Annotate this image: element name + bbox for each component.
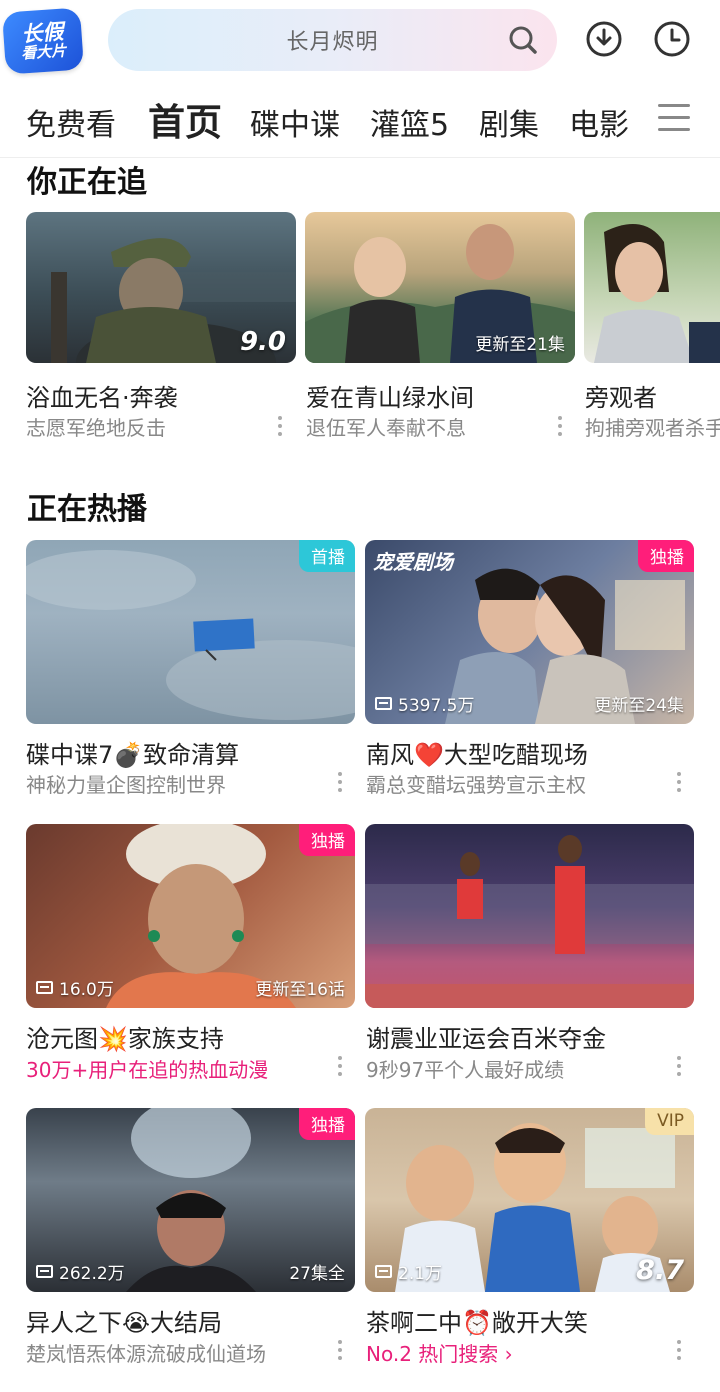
search-placeholder: 长月烬明: [286, 30, 379, 55]
hot-card-5[interactable]: 独播 262.2万 27集全: [26, 1108, 355, 1292]
channel-tabs: 免费看 首页 碟中谍 灌篮5 剧集 电影: [0, 82, 720, 158]
exclusive-badge: 独播: [299, 1108, 355, 1140]
following-title-2[interactable]: 爱在青山绿水间: [306, 378, 474, 413]
episode-update: 更新至16话: [255, 980, 345, 1000]
app-logo[interactable]: 长假 看大片: [1, 7, 85, 75]
rating-score: 8.7: [636, 1255, 684, 1286]
hot-title-1[interactable]: 碟中谍7💣致命清算: [26, 735, 239, 770]
hot-title-4[interactable]: 谢震业亚运会百米夺金: [366, 1019, 606, 1054]
premiere-badge: 首播: [299, 540, 355, 572]
logo-line-2: 看大片: [20, 40, 67, 63]
section-title-following: 你正在追: [27, 165, 147, 200]
hot-subtitle-6-hot-search[interactable]: No.2 热门搜索 ›: [366, 1338, 513, 1367]
following-card-2[interactable]: 更新至21集: [305, 212, 575, 363]
following-subtitle-1: 志愿军绝地反击: [26, 416, 166, 440]
hot-card-3[interactable]: 独播 16.0万 更新至16话: [26, 824, 355, 1008]
following-title-3[interactable]: 旁观者: [585, 378, 657, 413]
views-icon: [375, 1265, 392, 1278]
hot-subtitle-3: 30万+用户在追的热血动漫: [26, 1058, 269, 1082]
episode-status: 27集全: [289, 1264, 345, 1284]
theater-brand: 宠爱剧场: [373, 550, 453, 574]
hot-card-6[interactable]: VIP 2.1万 8.7: [365, 1108, 694, 1292]
following-title-1[interactable]: 浴血无名·奔袭: [26, 378, 178, 413]
section-title-hot: 正在热播: [27, 492, 147, 527]
more-options-icon[interactable]: [676, 1340, 682, 1364]
sprint-thumbnail: [365, 835, 694, 1008]
tab-free[interactable]: 免费看: [26, 100, 116, 144]
hot-title-2[interactable]: 南风❤️大型吃醋现场: [366, 735, 588, 770]
view-count-value: 262.2万: [59, 1264, 125, 1284]
hot-subtitle-1: 神秘力量企图控制世界: [26, 773, 226, 797]
menu-icon[interactable]: [658, 104, 690, 134]
hot-subtitle-4: 9秒97平个人最好成绩: [366, 1058, 565, 1082]
history-icon[interactable]: [652, 19, 692, 59]
view-count: 2.1万: [375, 1259, 442, 1284]
hot-card-4[interactable]: [365, 824, 694, 1008]
tab-movies[interactable]: 电影: [569, 100, 629, 144]
view-count-value: 16.0万: [59, 980, 114, 1000]
views-icon: [36, 981, 53, 994]
more-options-icon[interactable]: [557, 416, 563, 440]
episode-update: 更新至21集: [475, 335, 565, 355]
search-icon[interactable]: [507, 24, 539, 56]
top-bar: 长假 看大片 长月烬明: [0, 0, 720, 82]
following-subtitle-3: 拘捕旁观者杀手: [585, 416, 720, 440]
view-count: 16.0万: [36, 975, 114, 1000]
tab-series[interactable]: 剧集: [479, 100, 539, 144]
hot-card-2[interactable]: 宠爱剧场 独播 5397.5万 更新至24集: [365, 540, 694, 724]
exclusive-badge: 独播: [299, 824, 355, 856]
view-count-value: 5397.5万: [398, 696, 475, 716]
download-icon[interactable]: [584, 19, 624, 59]
hot-title-6[interactable]: 茶啊二中⏰敞开大笑: [366, 1303, 588, 1338]
view-count-value: 2.1万: [398, 1264, 443, 1284]
more-options-icon[interactable]: [676, 1056, 682, 1080]
following-card-3[interactable]: [584, 212, 720, 363]
hot-subtitle-5: 楚岚悟炁体源流破成仙道场: [26, 1342, 266, 1366]
more-options-icon[interactable]: [676, 772, 682, 796]
episode-update: 更新至24集: [594, 696, 684, 716]
search-bar[interactable]: 长月烬明: [108, 9, 557, 71]
more-options-icon[interactable]: [337, 1056, 343, 1080]
rating-score: 9.0: [239, 327, 286, 357]
tab-home[interactable]: 首页: [148, 92, 222, 146]
exclusive-badge: 独播: [638, 540, 694, 572]
view-count: 262.2万: [36, 1259, 125, 1284]
following-card-1[interactable]: 9.0: [26, 212, 296, 363]
views-icon: [375, 697, 392, 710]
vip-badge: VIP: [645, 1108, 694, 1135]
woman-thumbnail: [594, 224, 720, 363]
following-subtitle-2: 退伍军人奉献不息: [306, 416, 466, 440]
hot-subtitle-2: 霸总变醋坛强势宣示主权: [366, 773, 586, 797]
tab-slam-dunk[interactable]: 灌篮5: [370, 100, 449, 144]
views-icon: [36, 1265, 53, 1278]
hot-card-1[interactable]: 首播: [26, 540, 355, 724]
tab-mission-impossible[interactable]: 碟中谍: [250, 100, 340, 144]
view-count: 5397.5万: [375, 691, 474, 716]
more-options-icon[interactable]: [337, 1340, 343, 1364]
more-options-icon[interactable]: [277, 416, 283, 440]
hot-title-5[interactable]: 异人之下😭大结局: [26, 1303, 222, 1338]
more-options-icon[interactable]: [337, 772, 343, 796]
hot-title-3[interactable]: 沧元图💥家族支持: [26, 1019, 224, 1054]
